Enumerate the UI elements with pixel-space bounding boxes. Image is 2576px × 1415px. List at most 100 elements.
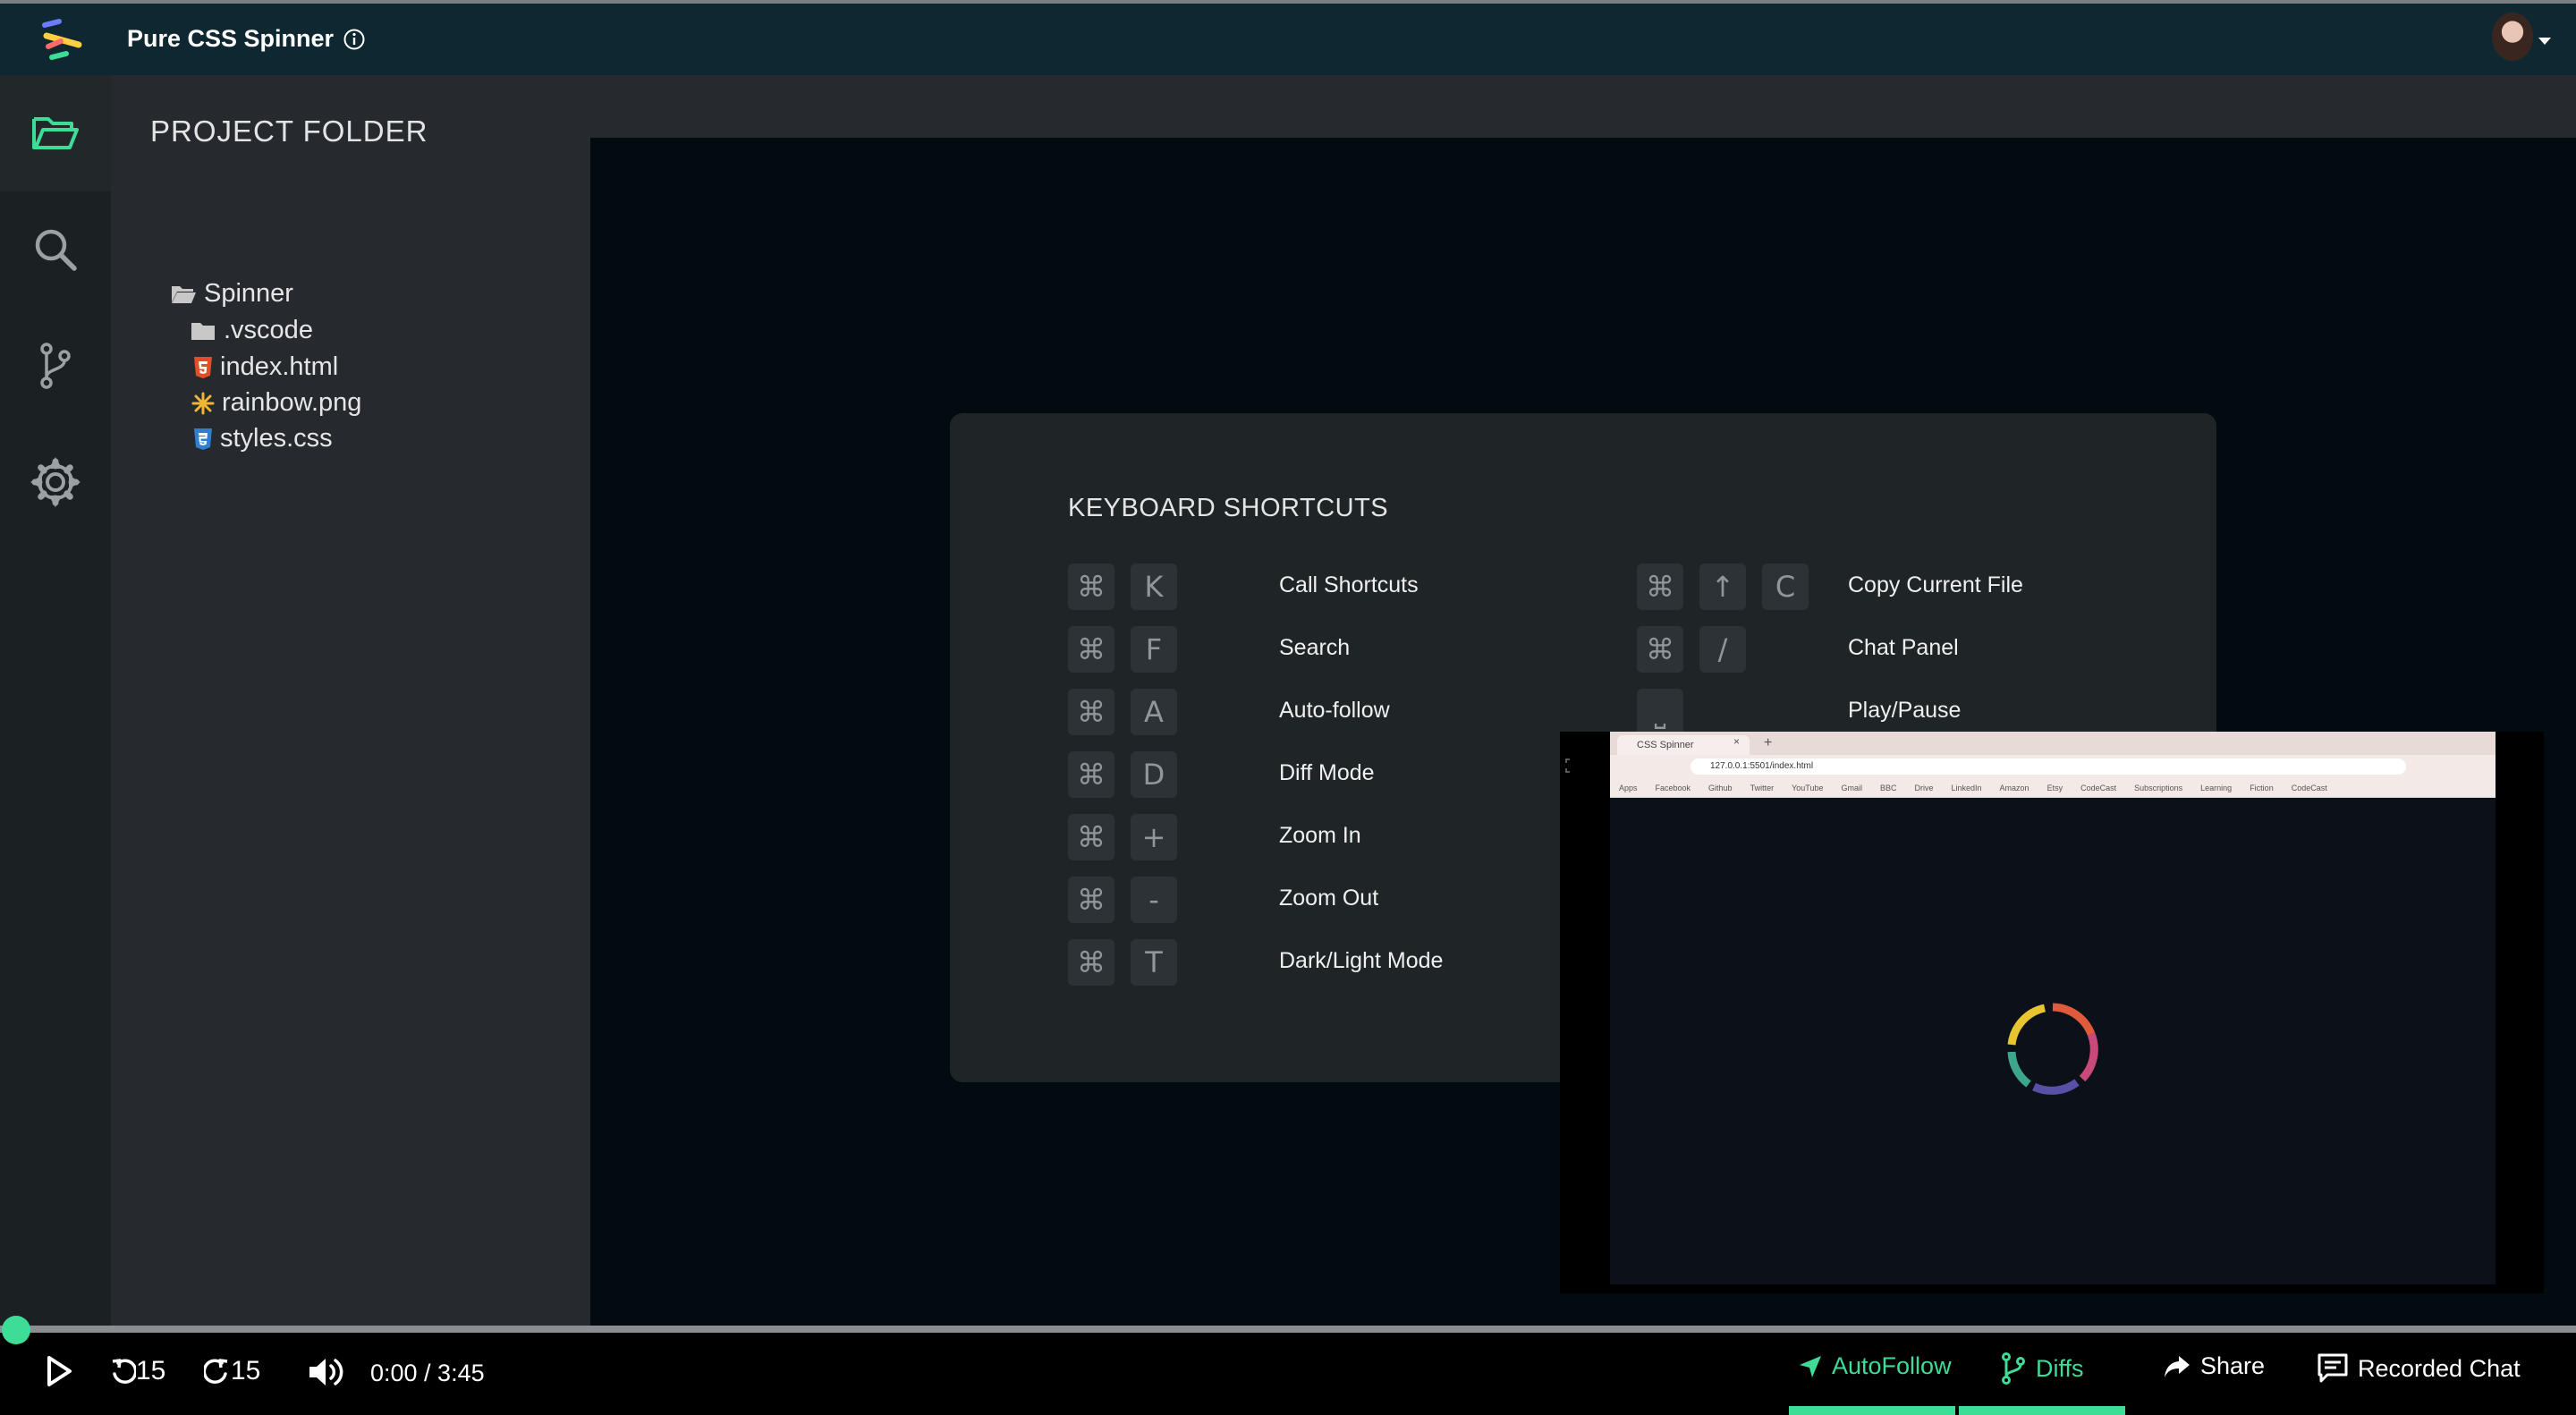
shortcut-row: ⎵ [1637, 689, 1699, 735]
user-avatar[interactable] [2492, 13, 2533, 61]
volume-button[interactable] [308, 1354, 347, 1390]
key-cap: ⌘ [1637, 563, 1683, 610]
css3-icon [194, 428, 212, 450]
tree-item-index-html[interactable]: index.html [193, 352, 338, 382]
activity-search[interactable] [0, 191, 111, 308]
activity-settings[interactable] [0, 424, 111, 540]
diffs-label: Diffs [2036, 1354, 2084, 1382]
activity-source-control[interactable] [0, 308, 111, 424]
bookmark: CodeCast [2291, 783, 2327, 792]
browser-tab-strip: CSS Spinner × + [1610, 732, 2496, 755]
shortcut-row: ⌘ F [1068, 626, 1193, 673]
key-cap: T [1131, 939, 1177, 986]
shortcuts-title: KEYBOARD SHORTCUTS [1068, 494, 1389, 522]
tree-item-spinner-folder[interactable]: Spinner [170, 279, 293, 309]
bookmark: Drive [1914, 783, 1934, 792]
bookmark: Apps [1619, 783, 1638, 792]
shortcut-row: ⌘ K [1068, 563, 1193, 610]
share-button[interactable]: Share [2163, 1352, 2265, 1380]
activity-bar [0, 75, 111, 1326]
folder-open-icon [172, 285, 196, 303]
recorded-chat-label: Recorded Chat [2358, 1354, 2521, 1382]
shortcut-label: Auto-follow [1279, 698, 1390, 723]
expand-icon[interactable] [1565, 758, 1574, 773]
key-cap: - [1131, 877, 1177, 923]
app-logo-icon[interactable] [39, 16, 86, 64]
plus-icon: + [1764, 735, 1773, 750]
tree-item-label: Spinner [204, 279, 293, 308]
rewind-icon [112, 1359, 136, 1384]
bookmark: Learning [2200, 783, 2233, 792]
key-cap: + [1131, 814, 1177, 860]
shortcut-row: ⌘ + [1068, 814, 1193, 860]
shortcut-label: Zoom Out [1279, 885, 1379, 911]
autofollow-active-indicator [1789, 1406, 1955, 1415]
editor-tab-bar [590, 75, 2576, 138]
folder-open-icon [32, 117, 79, 149]
forward-icon [204, 1359, 228, 1384]
bookmark: Facebook [1655, 783, 1691, 792]
app-header: Pure CSS Spinner [0, 4, 2576, 75]
bookmark: Amazon [1999, 783, 2029, 792]
gear-icon [30, 457, 80, 507]
shortcut-label: Play/Pause [1848, 698, 1962, 723]
browser-tab: CSS Spinner [1617, 735, 1750, 755]
recorded-chat-button[interactable]: Recorded Chat [2317, 1352, 2521, 1385]
tree-item-rainbow-png[interactable]: rainbow.png [191, 388, 361, 418]
volume-icon [309, 1359, 343, 1385]
autofollow-button[interactable]: AutoFollow [1798, 1352, 1952, 1380]
play-button[interactable] [47, 1356, 72, 1386]
explorer-title: PROJECT FOLDER [150, 114, 428, 148]
key-cap: ⎵ [1637, 689, 1683, 735]
shortcut-label: Zoom In [1279, 823, 1361, 848]
key-cap: C [1762, 563, 1809, 610]
key-cap: ⌘ [1068, 626, 1114, 673]
rewind-15-button[interactable]: 15 [109, 1356, 165, 1386]
key-cap: ⌘ [1068, 751, 1114, 798]
video-preview[interactable]: CSS Spinner × + 127.0.0.1:5501/index.htm… [1560, 732, 2544, 1293]
activity-explorer[interactable] [0, 75, 111, 191]
tree-item-styles-css[interactable]: styles.css [193, 424, 333, 453]
tree-item-label: rainbow.png [222, 388, 362, 417]
file-explorer: PROJECT FOLDER Spinner .vscode index.htm… [111, 75, 590, 1326]
project-title-text: Pure CSS Spinner [127, 25, 335, 52]
browser-url: 127.0.0.1:5501/index.html [1690, 758, 2406, 775]
bookmark: Etsy [2046, 783, 2063, 792]
search-icon [35, 229, 77, 271]
bookmark: Github [1708, 783, 1733, 792]
forward-15-button[interactable]: 15 [204, 1356, 260, 1386]
tree-item-label: index.html [220, 352, 339, 381]
branch-icon [2002, 1352, 2025, 1385]
image-icon [191, 392, 215, 414]
shortcut-row: ⌘ - [1068, 877, 1193, 923]
info-icon[interactable] [343, 28, 366, 51]
key-cap: F [1131, 626, 1177, 673]
diffs-button[interactable]: Diffs [2000, 1352, 2084, 1385]
tree-item-vscode-folder[interactable]: .vscode [190, 316, 313, 345]
key-cap: ⌘ [1068, 939, 1114, 986]
progress-bar[interactable] [0, 1326, 2576, 1333]
share-icon [2165, 1355, 2190, 1377]
shortcut-label: Diff Mode [1279, 760, 1375, 785]
tree-item-label: styles.css [220, 424, 333, 453]
browser-toolbar: 127.0.0.1:5501/index.html [1610, 755, 2496, 778]
chevron-down-icon[interactable] [2538, 38, 2551, 45]
shortcut-label: Chat Panel [1848, 635, 1959, 660]
bookmark: CodeCast [2080, 783, 2117, 792]
key-cap: ⌘ [1068, 689, 1114, 735]
shortcut-row: ⌘ ↑ C [1637, 563, 1825, 610]
shortcut-row: ⌘ / [1637, 626, 1762, 673]
html5-icon [194, 356, 212, 378]
tree-item-label: .vscode [224, 316, 313, 344]
bookmark: LinkedIn [1951, 783, 1982, 792]
browser-tab-title: CSS Spinner [1637, 740, 1694, 750]
autofollow-label: AutoFollow [1832, 1352, 1952, 1379]
key-cap: ⌘ [1068, 877, 1114, 923]
chat-icon [2318, 1353, 2348, 1383]
key-cap: ⌘ [1068, 563, 1114, 610]
bookmark: YouTube [1792, 783, 1824, 792]
bookmark: BBC [1879, 783, 1897, 792]
progress-handle[interactable] [2, 1316, 30, 1344]
key-cap: A [1131, 689, 1177, 735]
key-cap: K [1131, 563, 1177, 610]
